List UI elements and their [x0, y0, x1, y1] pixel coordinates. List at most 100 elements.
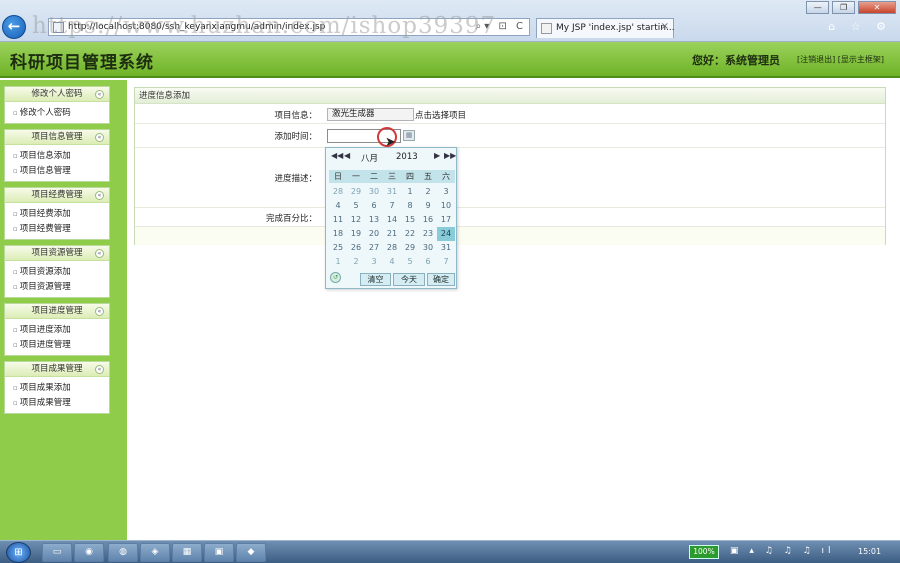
- calendar-day[interactable]: 8: [401, 199, 419, 213]
- calendar-day[interactable]: 3: [365, 255, 383, 269]
- menu-group-header[interactable]: 项目成果管理 «: [5, 362, 109, 377]
- taskbar-clock[interactable]: 15:01: [858, 547, 881, 556]
- calendar-day[interactable]: 30: [365, 185, 383, 199]
- calendar-day[interactable]: 7: [437, 255, 455, 269]
- menu-group-header[interactable]: 项目经费管理 «: [5, 188, 109, 203]
- app-icon[interactable]: ◆: [236, 543, 266, 562]
- calendar-day[interactable]: 25: [329, 241, 347, 255]
- calendar-day[interactable]: 15: [401, 213, 419, 227]
- ie-app-icon[interactable]: ◈: [140, 543, 170, 562]
- sidebar-item-resources-add[interactable]: 项目资源添加: [5, 265, 109, 280]
- clear-button[interactable]: 清空: [360, 273, 391, 286]
- calendar-day[interactable]: 1: [401, 185, 419, 199]
- refresh-icon[interactable]: ↺: [330, 272, 341, 283]
- today-button[interactable]: 今天: [393, 273, 425, 286]
- calendar-day[interactable]: 29: [401, 241, 419, 255]
- sidebar-item-funding-manage[interactable]: 项目经费管理: [5, 222, 109, 237]
- close-window-button[interactable]: ✕: [858, 1, 896, 14]
- calendar-day[interactable]: 21: [383, 227, 401, 241]
- calendar-day[interactable]: 3: [437, 185, 455, 199]
- calendar-day[interactable]: 2: [419, 185, 437, 199]
- prev-month-icon[interactable]: ◀: [344, 151, 350, 160]
- sidebar-item-funding-add[interactable]: 项目经费添加: [5, 207, 109, 222]
- back-button[interactable]: ←: [2, 15, 26, 39]
- collapse-icon[interactable]: «: [95, 249, 104, 258]
- calendar-day[interactable]: 9: [419, 199, 437, 213]
- weekday-label: 六: [442, 172, 450, 181]
- calendar-day[interactable]: 5: [347, 199, 365, 213]
- menu-group-header[interactable]: 项目进度管理 «: [5, 304, 109, 319]
- calendar-day[interactable]: 12: [347, 213, 365, 227]
- sidebar-item-results-manage[interactable]: 项目成果管理: [5, 396, 109, 411]
- calendar-day[interactable]: 28: [383, 241, 401, 255]
- calendar-day[interactable]: 17: [437, 213, 455, 227]
- calendar-day[interactable]: 10: [437, 199, 455, 213]
- collapse-icon[interactable]: «: [95, 133, 104, 142]
- explorer-app-icon[interactable]: ▭: [42, 543, 72, 562]
- sidebar-item-project-info-add[interactable]: 项目信息添加: [5, 149, 109, 164]
- year-selector[interactable]: 2013: [396, 152, 418, 162]
- calendar-day[interactable]: 20: [365, 227, 383, 241]
- app-icon[interactable]: ▣: [204, 543, 234, 562]
- calendar-day[interactable]: 1: [329, 255, 347, 269]
- sidebar-item-project-info-manage[interactable]: 项目信息管理: [5, 164, 109, 179]
- restore-button[interactable]: ❐: [832, 1, 856, 14]
- sidebar-item-change-password[interactable]: 修改个人密码: [5, 106, 109, 121]
- calendar-day[interactable]: 13: [365, 213, 383, 227]
- sidebar-item-resources-manage[interactable]: 项目资源管理: [5, 280, 109, 295]
- battery-indicator[interactable]: 100%: [689, 545, 719, 559]
- next-year-icon[interactable]: ▶▶: [444, 151, 456, 160]
- menu-group-header[interactable]: 修改个人密码 «: [5, 87, 109, 102]
- prev-year-icon[interactable]: ◀◀: [331, 151, 343, 160]
- month-selector[interactable]: 八月: [361, 152, 378, 164]
- calendar-day[interactable]: 23: [419, 227, 437, 241]
- sidebar-item-progress-add[interactable]: 项目进度添加: [5, 323, 109, 338]
- calendar-day[interactable]: 29: [347, 185, 365, 199]
- calendar-day[interactable]: 24: [437, 227, 455, 241]
- next-month-icon[interactable]: ▶: [434, 151, 440, 160]
- browser-app-icon[interactable]: ◉: [74, 543, 104, 562]
- sidebar-item-results-add[interactable]: 项目成果添加: [5, 381, 109, 396]
- confirm-button[interactable]: 确定: [427, 273, 455, 286]
- home-favorites-settings-icons[interactable]: ⌂ ☆ ⚙: [828, 20, 892, 33]
- tab-close-icon[interactable]: ×: [661, 21, 669, 32]
- calendar-day[interactable]: 4: [329, 199, 347, 213]
- minimize-button[interactable]: —: [806, 1, 830, 14]
- time-label: 添加时间：: [274, 132, 317, 142]
- project-input[interactable]: 激光生成器: [327, 108, 414, 121]
- collapse-icon[interactable]: «: [95, 191, 104, 200]
- calendar-day[interactable]: 11: [329, 213, 347, 227]
- calendar-day[interactable]: 4: [383, 255, 401, 269]
- header-links[interactable]: [注销退出] [显示主框架]: [797, 54, 884, 65]
- calendar-day[interactable]: 5: [401, 255, 419, 269]
- browser-tab[interactable]: My JSP 'index.jsp' startin... ×: [536, 18, 675, 38]
- calendar-day[interactable]: 26: [347, 241, 365, 255]
- calendar-day[interactable]: 19: [347, 227, 365, 241]
- collapse-icon[interactable]: «: [95, 307, 104, 316]
- calendar-day[interactable]: 28: [329, 185, 347, 199]
- collapse-icon[interactable]: «: [95, 90, 104, 99]
- calendar-day[interactable]: 18: [329, 227, 347, 241]
- calendar-day[interactable]: 6: [419, 255, 437, 269]
- calendar-day[interactable]: 6: [365, 199, 383, 213]
- app-icon[interactable]: ◍: [108, 543, 138, 562]
- select-project-link[interactable]: 点击选择项目: [415, 109, 466, 121]
- start-button[interactable]: ⊞: [6, 542, 31, 563]
- calendar-day[interactable]: 27: [365, 241, 383, 255]
- calendar-day[interactable]: 30: [419, 241, 437, 255]
- calendar-day[interactable]: 7: [383, 199, 401, 213]
- calendar-day[interactable]: 2: [347, 255, 365, 269]
- system-tray-icons[interactable]: ▣ ▴ ♫ ♫ ♫ ıl: [730, 546, 835, 556]
- menu-group-header[interactable]: 项目资源管理 «: [5, 246, 109, 261]
- calendar-day[interactable]: 14: [383, 213, 401, 227]
- calendar-day[interactable]: 31: [383, 185, 401, 199]
- calendar-icon[interactable]: ▦: [403, 130, 415, 141]
- calendar-day[interactable]: 16: [419, 213, 437, 227]
- collapse-icon[interactable]: «: [95, 365, 104, 374]
- excel-app-icon[interactable]: ▦: [172, 543, 202, 562]
- percent-label: 完成百分比：: [265, 214, 317, 224]
- calendar-day[interactable]: 22: [401, 227, 419, 241]
- menu-group-header[interactable]: 项目信息管理 «: [5, 130, 109, 145]
- calendar-day[interactable]: 31: [437, 241, 455, 255]
- sidebar-item-progress-manage[interactable]: 项目进度管理: [5, 338, 109, 353]
